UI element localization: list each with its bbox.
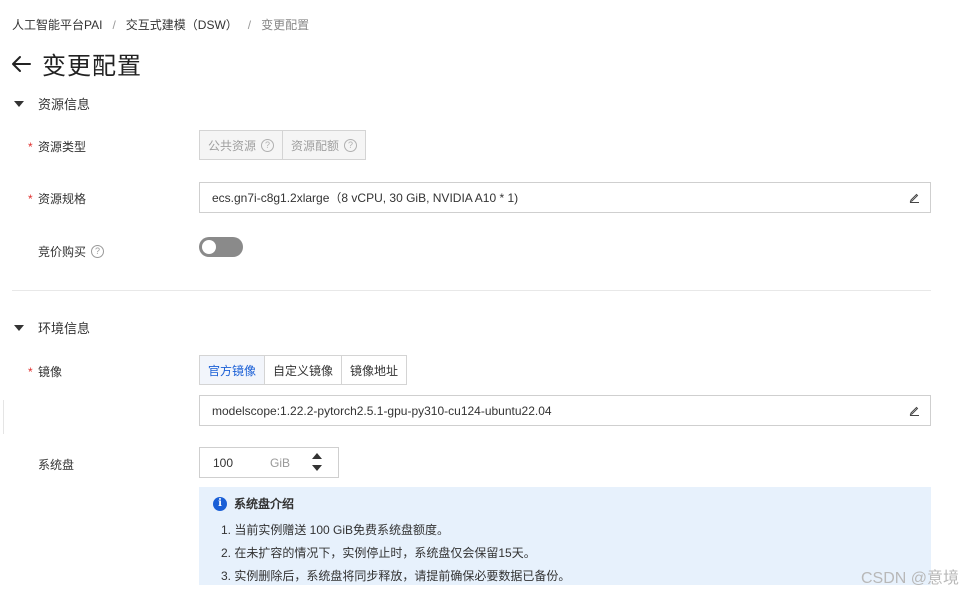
section-env-title: 环境信息	[38, 321, 91, 336]
tab-image-address-label: 镜像地址	[350, 363, 399, 378]
caret-down-icon[interactable]	[14, 100, 24, 107]
help-icon[interactable]: ?	[261, 138, 275, 152]
image-field[interactable]: modelscope:1.22.2-pytorch2.5.1-gpu-py310…	[199, 395, 931, 426]
watermark: CSDN @意境	[861, 570, 960, 587]
system-disk-label: 系统盘	[28, 456, 74, 473]
resource-type-public-label: 公共资源	[208, 138, 257, 153]
breadcrumb-item-dsw[interactable]: 交互式建模（DSW）	[126, 16, 238, 33]
required-marker: *	[28, 364, 33, 379]
tab-official-image[interactable]: 官方镜像	[199, 355, 266, 385]
image-label-text: 镜像	[38, 365, 63, 379]
tab-official-image-label: 官方镜像	[208, 363, 257, 378]
caret-up-icon[interactable]	[312, 453, 322, 459]
section-divider	[12, 290, 931, 291]
help-icon[interactable]: ?	[344, 138, 358, 152]
system-disk-value[interactable]: 100	[213, 456, 270, 470]
tab-custom-image-label: 自定义镜像	[273, 363, 334, 378]
required-marker: *	[28, 191, 33, 206]
breadcrumb-separator: /	[247, 17, 252, 32]
breadcrumb-item-pai[interactable]: 人工智能平台PAI	[12, 16, 102, 33]
bidding-toggle[interactable]	[199, 237, 243, 257]
system-disk-unit: GiB	[270, 455, 291, 470]
resource-type-quota-button[interactable]: 资源配额 ?	[283, 130, 367, 160]
section-resource-header[interactable]: 资源信息	[14, 94, 90, 113]
resource-type-label: * 资源类型	[28, 138, 86, 155]
tab-image-address[interactable]: 镜像地址	[342, 355, 408, 385]
system-disk-notice: i 系统盘介绍 1. 当前实例赠送 100 GiB免费系统盘额度。 2. 在未扩…	[199, 487, 931, 585]
page-header: 变更配置	[10, 46, 142, 81]
image-label: * 镜像	[28, 363, 62, 380]
notice-item: 1. 当前实例赠送 100 GiB免费系统盘额度。	[221, 523, 450, 537]
resource-type-quota-label: 资源配额	[291, 138, 340, 153]
arrow-left-icon[interactable]	[10, 52, 34, 76]
caret-down-icon[interactable]	[312, 465, 322, 471]
left-edge-handle	[0, 400, 4, 434]
system-disk-label-text: 系统盘	[38, 458, 75, 472]
caret-down-icon[interactable]	[14, 324, 24, 331]
resource-spec-field[interactable]: ecs.gn7i-c8g1.2xlarge（8 vCPU, 30 GiB, NV…	[199, 182, 931, 213]
breadcrumb: 人工智能平台PAI / 交互式建模（DSW） / 变更配置	[12, 16, 309, 33]
stepper-arrows	[298, 448, 338, 477]
edit-icon[interactable]	[909, 192, 920, 203]
notice-item: 3. 实例删除后，系统盘将同步释放，请提前确保必要数据已备份。	[221, 569, 571, 583]
resource-spec-value: ecs.gn7i-c8g1.2xlarge（8 vCPU, 30 GiB, NV…	[212, 191, 519, 205]
help-icon[interactable]: ?	[91, 245, 105, 258]
section-env-header[interactable]: 环境信息	[14, 318, 90, 337]
toggle-knob	[202, 240, 216, 254]
resource-type-public-button[interactable]: 公共资源 ?	[199, 130, 284, 160]
notice-title: i 系统盘介绍	[213, 495, 917, 512]
image-source-tabs: 官方镜像 自定义镜像 镜像地址	[199, 355, 408, 385]
bidding-label-text: 竞价购买	[38, 245, 87, 259]
resource-type-label-text: 资源类型	[38, 140, 87, 154]
required-marker: *	[28, 139, 33, 154]
edit-icon[interactable]	[909, 405, 920, 416]
page-title: 变更配置	[42, 53, 142, 80]
resource-spec-label: * 资源规格	[28, 190, 86, 207]
resource-spec-label-text: 资源规格	[38, 192, 87, 206]
image-value: modelscope:1.22.2-pytorch2.5.1-gpu-py310…	[212, 403, 552, 418]
notice-title-text: 系统盘介绍	[234, 497, 295, 511]
notice-item: 2. 在未扩容的情况下，实例停止时，系统盘仅会保留15天。	[221, 546, 536, 560]
tab-custom-image[interactable]: 自定义镜像	[265, 355, 343, 385]
breadcrumb-item-current: 变更配置	[261, 18, 310, 32]
info-icon: i	[213, 496, 227, 511]
bidding-label: 竞价购买 ?	[28, 243, 105, 260]
system-disk-stepper[interactable]: 100 GiB	[199, 447, 339, 478]
breadcrumb-separator: /	[112, 17, 116, 32]
resource-type-selector: 公共资源 ? 资源配额 ?	[199, 130, 367, 160]
section-resource-title: 资源信息	[38, 97, 91, 112]
